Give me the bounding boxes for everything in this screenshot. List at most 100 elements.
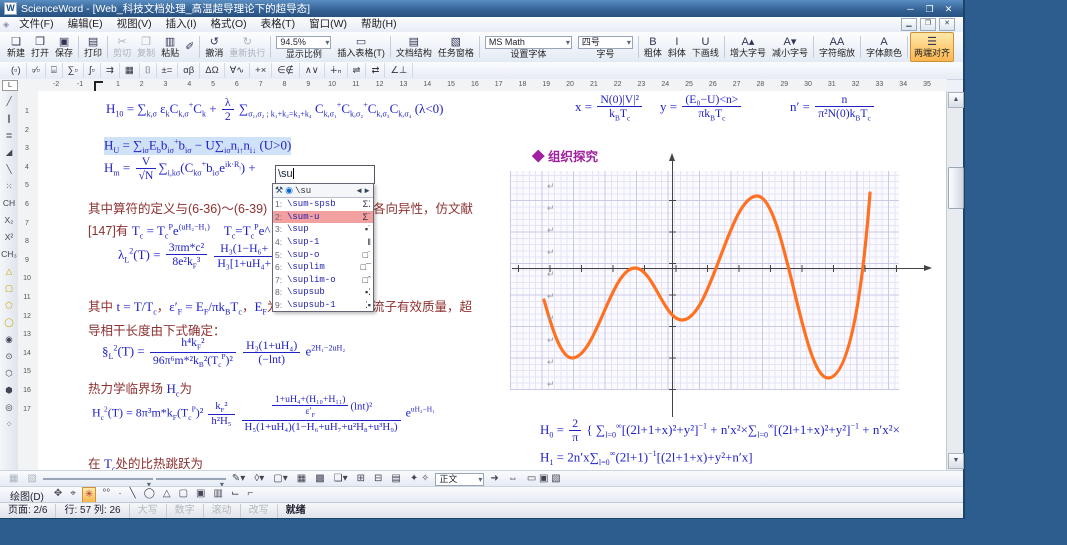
undo-button[interactable]: ↺ 撤消 (202, 33, 226, 61)
mdi-restore-button[interactable]: ❐ (920, 18, 936, 31)
pen-color-button[interactable]: ✎▾ (229, 472, 248, 486)
toolbar-separator[interactable] (637, 36, 639, 58)
paragraph-2[interactable]: 其中 t = T/Tc，ε′F = EF/πkBTc，EF为F (88, 296, 287, 317)
formula-y-def[interactable]: y = (E₀−U)<n> πkBTc (660, 93, 743, 123)
logic-symbols-button[interactable]: ∀∿ (225, 63, 251, 78)
menu-item[interactable]: 窗口(W) (302, 17, 354, 32)
insert-column-button[interactable]: ⊟ (371, 472, 385, 486)
dropdown-item[interactable]: 1: \sum-spsb Σ⁚ (273, 198, 373, 211)
paragraph-4[interactable]: 在 Tc处的比热跳跃为 (88, 453, 203, 470)
hexagon-ring-tool[interactable]: ⬡ (1, 365, 17, 382)
task-pane-button[interactable]: ▧ 任务窗格 (435, 33, 477, 61)
superscript-group-tool[interactable]: X² (1, 229, 17, 246)
dropdown-nav-arrows-icon[interactable]: ◄► (355, 186, 371, 195)
formula-hm[interactable]: Hm = V √N ∑i,kσ(Ckσ+biσeik·Ri) + (104, 155, 256, 183)
char-scale-button[interactable]: AA 字符缩放 (816, 33, 858, 61)
vertical-ruler[interactable]: 1 2 3 4 5 6 7 8 9 10 11 12 13 14 15 16 17 (18, 91, 39, 470)
sum-template-button[interactable]: ∑▫ (63, 63, 84, 78)
formula-lambda[interactable]: λL2(T) = 3πm*c² 8e²kF³ H₃(1−H₆+ H₃[1+uH₄+ (118, 241, 276, 271)
dropdown-item[interactable]: 4: \sup-1 ‖ (273, 236, 373, 249)
style-combo[interactable] (42, 474, 153, 490)
picture-tool[interactable]: ▣ (194, 487, 207, 503)
frame-tool[interactable]: ▥ (212, 487, 225, 503)
maximize-button[interactable]: ❐ (921, 3, 938, 15)
bond-back-tool[interactable]: ╲ (1, 161, 17, 178)
modified-operator-button[interactable]: ∔ₙ (325, 63, 348, 78)
rectangle-tool[interactable]: ▢ (177, 487, 190, 503)
save-button[interactable]: ▣ 保存 (52, 33, 76, 61)
rotate-tool[interactable]: ✥ (52, 487, 64, 503)
ruler-corner[interactable]: L (2, 80, 18, 91)
menu-item[interactable]: 插入(I) (159, 17, 204, 32)
format-painter-button[interactable]: ✐ (182, 33, 197, 61)
ring-pentagon-tool[interactable]: ⬠ (1, 297, 17, 314)
relation-symbols-button[interactable]: ±= (157, 63, 179, 78)
insert-row-button[interactable]: ⊞ (354, 472, 368, 486)
toolbar-separator[interactable] (78, 36, 80, 58)
font-size-combo[interactable]: 四号字号 (575, 33, 636, 61)
scrollbar-thumb[interactable] (948, 167, 964, 209)
paste-button[interactable]: ▥ 粘贴 (158, 33, 182, 61)
swap-arrow-button[interactable]: ⇔ (505, 472, 521, 486)
aromatic-ring-tool[interactable]: ⊙ (1, 348, 17, 365)
line-tool[interactable]: ╲ (128, 487, 138, 503)
toolbar-separator[interactable] (723, 36, 725, 58)
menu-item[interactable]: 视图(V) (110, 17, 159, 32)
ring-triangle-tool[interactable]: △ (1, 263, 17, 280)
underline-button[interactable]: U 下画线 (689, 33, 722, 61)
cut-button[interactable]: ✂ 剪切 (110, 33, 134, 61)
wedge-symbols-button[interactable]: ∧∨ (300, 63, 325, 78)
spacing-buttons[interactable]: ✦ ✧ (407, 472, 433, 486)
list-format-button[interactable]: ▤ (388, 472, 403, 486)
copy-button[interactable]: ❐ 复制 (134, 33, 158, 61)
bond-double-tool[interactable]: ∥ (1, 110, 17, 127)
tools-icon[interactable]: ⚒ (275, 185, 283, 196)
integral-template-button[interactable]: ∫▫ (84, 63, 101, 78)
dropdown-item[interactable]: 9: \supsub-1 ⁚▪ (273, 299, 373, 312)
geometry-symbols-button[interactable]: ∠⊥ (385, 63, 414, 78)
snap-grid-tool[interactable]: ✳ (81, 487, 97, 503)
set-symbols-button[interactable]: ∈∉ (272, 63, 300, 78)
ch-group-tool[interactable]: CH (1, 195, 17, 212)
point-tool[interactable]: · (116, 487, 123, 503)
view-mode-buttons[interactable]: ▭ ▣ ▧ (524, 472, 564, 486)
paragraph-2-right[interactable]: 流子有效质量，超 (372, 296, 472, 315)
toolbar-separator[interactable] (859, 36, 861, 58)
open-button[interactable]: ❒ 打开 (28, 33, 52, 61)
graph-curve[interactable] (510, 171, 899, 390)
arrow-template-button[interactable]: ⇉ (101, 63, 120, 78)
scroll-down-icon[interactable]: ▼ (948, 453, 964, 469)
help-icon[interactable]: ◉ (285, 185, 293, 196)
toolbar-separator[interactable] (199, 36, 201, 58)
toolbar-separator[interactable] (478, 36, 480, 58)
print-button[interactable]: ▤ 打印 (81, 33, 105, 61)
bond-dashed-tool[interactable]: ⁙ (1, 178, 17, 195)
symbol-combo[interactable] (155, 474, 226, 490)
double-ring-tool[interactable]: ◎ (1, 399, 17, 416)
dropdown-item[interactable]: 3: \sup ▪˙ (273, 223, 373, 236)
decrease-font-button[interactable]: A▾ 减小字号 (769, 33, 811, 61)
toolbar-separator[interactable] (107, 36, 109, 58)
ellipse-tool[interactable]: ◯ (142, 487, 157, 503)
formula-x-def[interactable]: x = N(0)|V|² kBTc (575, 93, 644, 123)
forward-arrow-button[interactable]: ➜ (487, 472, 501, 486)
operator-symbols-button[interactable]: +× (250, 63, 273, 78)
grid-template-button[interactable]: ▦ (120, 63, 140, 78)
formula-h1[interactable]: H1 = 2n′x∑l=0∞(2l+1)−1[(2l+1+x)+y²+n′x] (540, 449, 753, 467)
greek-lower-symbols-button[interactable]: αβ (178, 63, 201, 78)
greek-upper-symbols-button[interactable]: ΔΩ (200, 63, 225, 78)
merge-cells-button[interactable]: ▦ (294, 472, 309, 486)
toolbar-separator[interactable] (389, 36, 391, 58)
bold-button[interactable]: B 粗体 (641, 33, 665, 61)
hexagon-filled-tool[interactable]: ⬢ (1, 382, 17, 399)
ring-square-tool[interactable]: ▢ (1, 280, 17, 297)
menu-item[interactable]: 文件(F) (12, 17, 60, 32)
redo-button[interactable]: ↻ 重新执行 (226, 33, 268, 61)
vertical-scrollbar[interactable]: ▲ ▼ (946, 91, 964, 470)
insert-table-button[interactable]: ▭ 插入表格(T) (334, 33, 388, 61)
toolbar-separator[interactable] (907, 36, 908, 58)
doc-structure-button[interactable]: ▤ 文档结构 (393, 33, 435, 61)
dropdown-item[interactable]: 7: \suplim-o □ˆ (273, 274, 373, 287)
minimize-button[interactable]: ─ (902, 3, 919, 15)
formula-h0[interactable]: H0 = 2π { ∑l=0∞[(2l+1+x)²+y²]−1 + n′x²×∑… (540, 417, 900, 445)
